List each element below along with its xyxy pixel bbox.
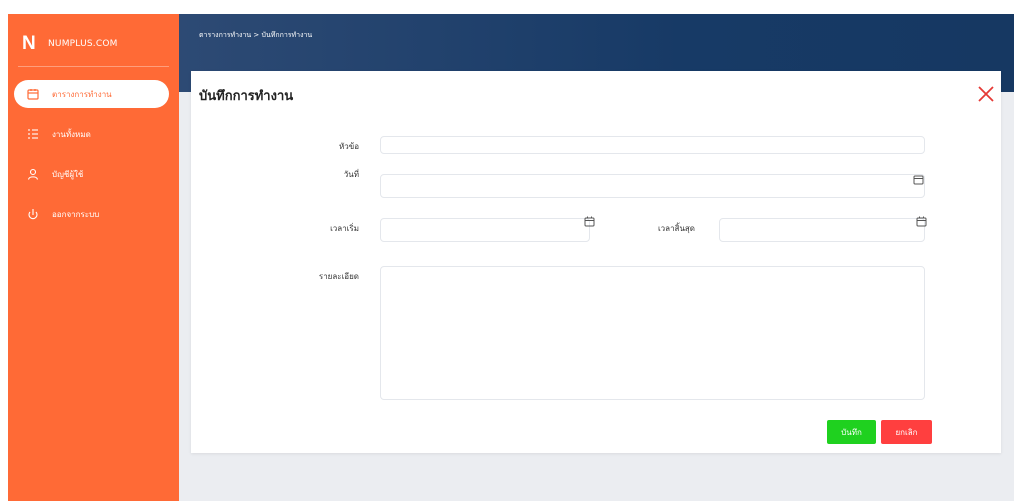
date-label: วันที่ [343, 170, 359, 179]
sidebar-item-all-tasks[interactable]: งานทั้งหมด [8, 120, 179, 148]
logout-icon [26, 207, 40, 221]
save-button[interactable]: บันทึก [827, 420, 876, 444]
sidebar-item-label: บัญชีผู้ใช้ [52, 169, 84, 179]
user-icon [26, 167, 40, 181]
brand[interactable]: N NUMPLUS.COM [22, 34, 118, 54]
sidebar-item-label: ตารางการทำงาน [52, 89, 112, 99]
brand-logo: N [22, 33, 36, 54]
topic-input[interactable] [380, 136, 925, 154]
date-input[interactable] [380, 174, 925, 198]
start-time-input[interactable] [380, 218, 590, 242]
close-icon[interactable] [977, 85, 995, 103]
topic-label: หัวข้อ [338, 142, 359, 151]
end-time-input[interactable] [719, 218, 925, 242]
sidebar: N NUMPLUS.COM ตารางการทำงาน งานทั้งหมด บ… [8, 14, 179, 501]
cancel-button[interactable]: ยกเลิก [881, 420, 932, 444]
sidebar-item-label: งานทั้งหมด [52, 129, 91, 139]
calendar-icon [26, 87, 40, 101]
end-time-label: เวลาสิ้นสุด [657, 224, 695, 233]
sidebar-item-label: ออกจากระบบ [52, 209, 100, 219]
brand-name: NUMPLUS.COM [48, 39, 118, 49]
breadcrumb[interactable]: ตารางการทำงาน > บันทึกการทำงาน [199, 30, 312, 41]
sidebar-item-schedule[interactable]: ตารางการทำงาน [14, 80, 169, 108]
sidebar-divider [18, 66, 169, 67]
sidebar-nav: ตารางการทำงาน งานทั้งหมด บัญชีผู้ใช้ ออก… [8, 80, 179, 240]
detail-textarea[interactable] [380, 266, 925, 400]
end-time-picker-icon[interactable] [916, 216, 927, 227]
date-picker-icon[interactable] [913, 174, 924, 185]
start-time-picker-icon[interactable] [584, 216, 595, 227]
list-icon [26, 127, 40, 141]
sidebar-item-account[interactable]: บัญชีผู้ใช้ [8, 160, 179, 188]
start-time-label: เวลาเริ่ม [330, 224, 359, 233]
work-record-form: บันทึกการทำงาน หัวข้อ วันที่ เวลาเริ่ม เ… [191, 71, 1001, 453]
page-title: บันทึกการทำงาน [199, 89, 294, 104]
detail-label: รายละเอียด [318, 272, 359, 281]
sidebar-item-logout[interactable]: ออกจากระบบ [8, 200, 179, 228]
